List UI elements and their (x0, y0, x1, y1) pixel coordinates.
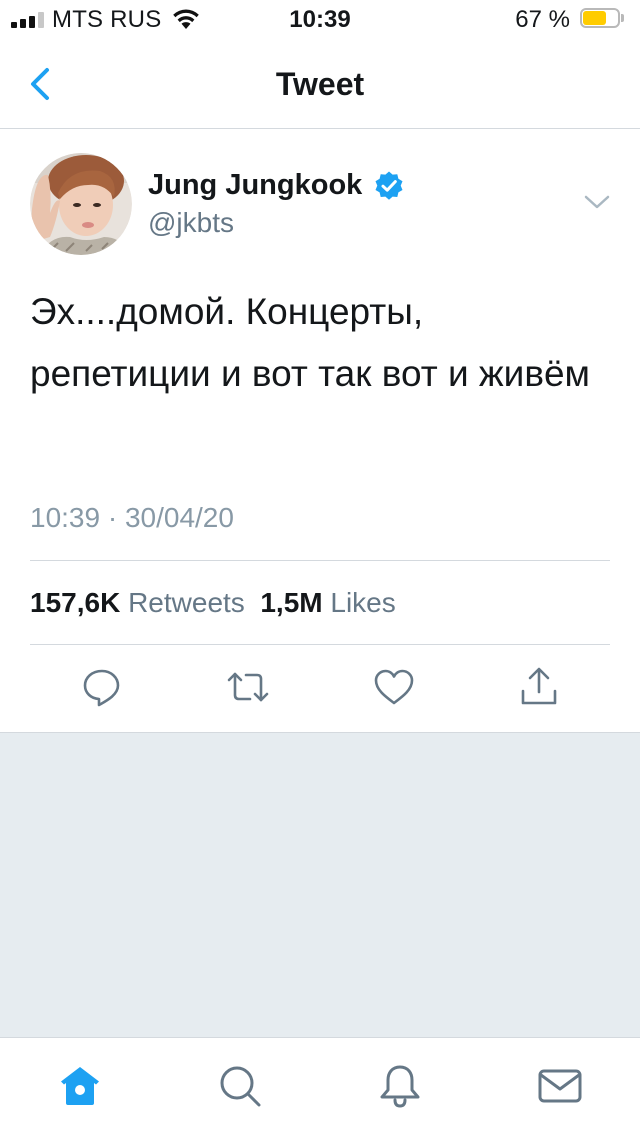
messages-icon[interactable] (536, 1062, 584, 1110)
tweet-detail: Jung Jungkook @jkbts Эх....домой. Концер… (0, 129, 640, 733)
battery-percent: 67 % (515, 6, 570, 33)
search-icon[interactable] (216, 1062, 264, 1110)
notifications-icon[interactable] (376, 1062, 424, 1110)
likes-count: 1,5M (260, 587, 323, 618)
tweet-timestamp: 10:39 · 30/04/20 (30, 502, 234, 533)
tweet-stats: 157,6K Retweets 1,5M Likes (30, 587, 396, 619)
nav-bar: Tweet (0, 40, 640, 129)
author-handle[interactable]: @jkbts (148, 207, 234, 239)
chevron-down-icon[interactable] (582, 191, 612, 213)
tweet-text: Эх....домой. Концерты, репетиции и вот т… (30, 291, 590, 394)
status-bar: MTS RUS 10:39 67 % (0, 0, 640, 40)
retweets-stat[interactable]: 157,6K Retweets (30, 587, 245, 618)
verified-badge-icon (375, 171, 403, 200)
likes-label: Likes (330, 587, 396, 618)
retweets-count: 157,6K (30, 587, 121, 618)
avatar[interactable] (30, 153, 132, 255)
tab-bar (0, 1037, 640, 1137)
author-name[interactable]: Jung Jungkook (148, 169, 362, 202)
battery-level (583, 11, 606, 25)
home-icon[interactable] (56, 1062, 104, 1110)
reply-icon[interactable] (80, 665, 124, 709)
divider (30, 560, 610, 561)
page-title: Tweet (275, 66, 365, 102)
tweet-actions (0, 665, 640, 709)
like-icon[interactable] (372, 665, 416, 709)
share-icon[interactable] (517, 665, 561, 709)
retweets-label: Retweets (128, 587, 245, 618)
battery-icon (580, 8, 626, 32)
divider (30, 644, 610, 645)
likes-stat[interactable]: 1,5M Likes (260, 587, 395, 618)
retweet-icon[interactable] (226, 665, 270, 709)
